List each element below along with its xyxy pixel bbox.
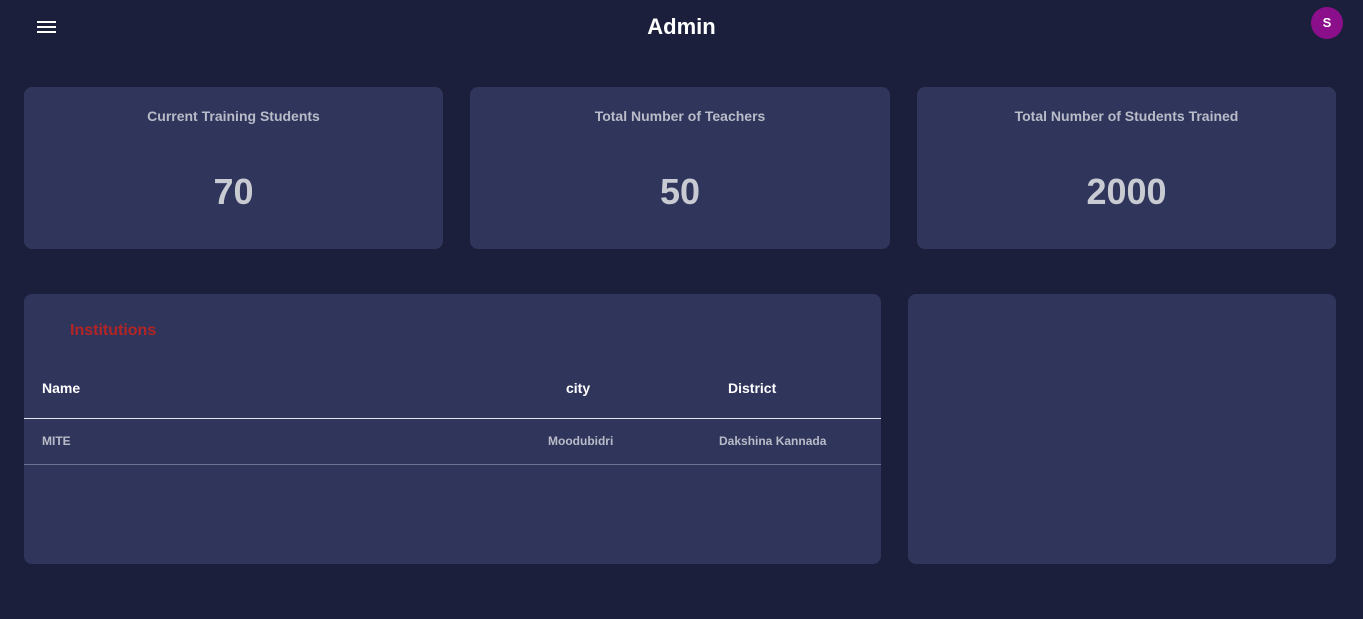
stat-card-total-students-trained: Total Number of Students Trained 2000 (917, 87, 1336, 249)
top-bar: Admin S (0, 0, 1363, 56)
institutions-title: Institutions (70, 322, 157, 339)
page-title: Admin (647, 14, 716, 39)
stat-value: 70 (213, 171, 254, 212)
stat-card-total-teachers: Total Number of Teachers 50 (470, 87, 890, 249)
table-header-divider (24, 418, 881, 419)
stat-label: Total Number of Teachers (594, 108, 766, 124)
column-header-city[interactable]: city (566, 380, 590, 396)
column-header-district[interactable]: District (728, 380, 776, 396)
stat-label: Total Number of Students Trained (1014, 108, 1239, 124)
stat-value: 50 (659, 171, 701, 212)
table-row-divider (24, 464, 881, 465)
institutions-card: Institutions Name city District MITE Moo… (24, 294, 881, 564)
cell-city: Moodubidri (548, 434, 614, 448)
stat-label: Current Training Students (147, 108, 320, 124)
cell-district: Dakshina Kannada (719, 434, 827, 448)
user-avatar[interactable]: S (1311, 7, 1343, 39)
stat-card-current-training-students: Current Training Students 70 (24, 87, 443, 249)
column-header-name[interactable]: Name (42, 380, 80, 396)
side-panel-card (908, 294, 1336, 564)
stat-value: 2000 (1086, 171, 1167, 212)
cell-name: MITE (42, 434, 71, 448)
